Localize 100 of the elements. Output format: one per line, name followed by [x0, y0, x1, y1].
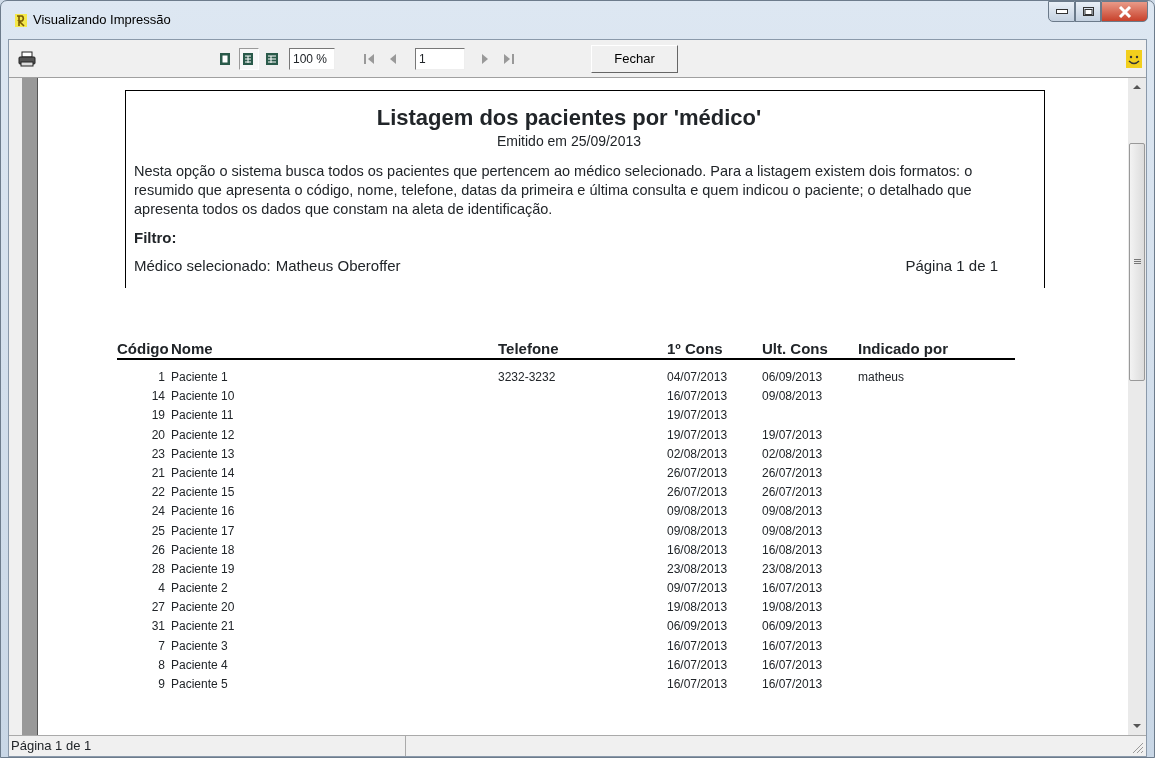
- table-cell: Paciente 10: [171, 389, 235, 404]
- table-cell: Paciente 16: [171, 504, 235, 519]
- table-cell: 09/07/2013: [667, 581, 728, 596]
- filter-heading: Filtro:: [134, 229, 177, 246]
- column-header: 1º Cons: [667, 339, 724, 358]
- table-cell: 26/07/2013: [762, 465, 823, 480]
- zoom-field[interactable]: 100 %: [289, 47, 335, 70]
- report-description: Nesta opção o sistema busca todos os pacientes que pertencem ao médico selecionado. Para a listagem existem dois formatos: o resumido que apresenta o código, nome, telefone, datas da primeira e última consulta e quem indicou o paciente; o detalhado que apresenta todos os dados que constam na aleta de identificação.: [134, 162, 974, 219]
- close-preview-button[interactable]: Fechar: [591, 44, 678, 73]
- scroll-up-icon[interactable]: [1133, 84, 1141, 89]
- column-header: Indicado por: [858, 339, 949, 358]
- table-cell: 3232-3232: [498, 370, 556, 384]
- table-cell: 23: [151, 446, 165, 461]
- table-cell: Paciente 1: [171, 370, 228, 384]
- table-cell: 26/07/2013: [667, 485, 728, 500]
- single-page-icon: [219, 51, 233, 66]
- table-cell: 16/08/2013: [762, 542, 823, 557]
- resize-grip-icon[interactable]: [1132, 742, 1144, 754]
- window-title: Visualizando Impressão: [33, 11, 171, 30]
- table-cell: 16/07/2013: [667, 638, 728, 653]
- table-cell: 02/08/2013: [762, 446, 823, 461]
- table-cell: 24: [151, 504, 165, 519]
- scroll-thumb[interactable]: [1129, 143, 1145, 381]
- table-cell: 09/08/2013: [762, 523, 823, 538]
- table-cell: 09/08/2013: [667, 523, 728, 538]
- scroll-down-icon[interactable]: [1133, 724, 1141, 729]
- table-cell: Paciente 13: [171, 446, 235, 461]
- table-cell: 27: [151, 600, 165, 615]
- previous-icon: [389, 52, 397, 65]
- table-cell: 9: [158, 677, 165, 691]
- table-cell: Paciente 20: [171, 600, 235, 615]
- close-icon: [1117, 5, 1132, 18]
- table-cell: 31: [151, 619, 165, 634]
- table-cell: Paciente 11: [171, 408, 234, 423]
- table-cell: 20: [151, 427, 165, 442]
- filter-label: Médico selecionado:: [134, 255, 271, 276]
- table-cell: 09/08/2013: [667, 504, 728, 519]
- maximize-button[interactable]: [1075, 1, 1101, 22]
- table-cell: 16/07/2013: [762, 638, 823, 653]
- table-cell: Paciente 21: [171, 619, 235, 634]
- table-cell: 7: [158, 638, 165, 653]
- table-cell: 1: [158, 370, 165, 384]
- multi-page-icon: [265, 51, 279, 66]
- table-cell: 26/07/2013: [762, 485, 823, 500]
- last-page-icon: [503, 52, 515, 65]
- table-cell: 06/09/2013: [762, 370, 823, 384]
- smiley-icon[interactable]: [1126, 49, 1142, 68]
- table-cell: Paciente 15: [171, 485, 235, 500]
- report-title: Listagem dos pacientes por 'médico': [375, 105, 763, 131]
- table-cell: 25: [151, 523, 165, 538]
- page-field[interactable]: 1: [415, 47, 465, 70]
- table-cell: 16/07/2013: [667, 389, 728, 404]
- filter-value: Matheus Oberoffer: [275, 255, 401, 276]
- page-grid-icon: [242, 51, 256, 66]
- table-cell: 8: [158, 657, 165, 672]
- table-cell: 19/08/2013: [762, 600, 823, 615]
- table-cell: 23/08/2013: [667, 561, 728, 576]
- view-mode-button[interactable]: [239, 47, 259, 70]
- table-cell: Paciente 12: [171, 427, 235, 442]
- printer-icon[interactable]: [18, 50, 36, 67]
- status-text: Página 1 de 1: [9, 736, 406, 756]
- table-cell: 4: [158, 581, 165, 596]
- column-header: Ult. Cons: [762, 339, 829, 358]
- table-cell: 19/08/2013: [667, 600, 728, 615]
- table-cell: 06/09/2013: [762, 619, 823, 634]
- close-button[interactable]: [1101, 1, 1148, 22]
- vertical-scrollbar[interactable]: [1128, 78, 1146, 735]
- table-cell: Paciente 17: [171, 523, 235, 538]
- table-cell: 19/07/2013: [762, 427, 823, 442]
- app-icon: [15, 13, 27, 27]
- table-cell: matheus: [858, 370, 905, 384]
- table-cell: Paciente 5: [171, 677, 228, 691]
- table-cell: 16/07/2013: [667, 677, 728, 691]
- next-icon: [481, 52, 489, 65]
- table-cell: 28: [151, 561, 165, 576]
- minimize-button[interactable]: [1048, 1, 1075, 22]
- table-cell: Paciente 3: [171, 638, 228, 653]
- table-cell: 16/07/2013: [762, 677, 823, 691]
- page-number: Página 1 de 1: [905, 255, 998, 276]
- first-page-icon: [363, 52, 375, 65]
- table-cell: 23/08/2013: [762, 561, 823, 576]
- table-cell: Paciente 18: [171, 542, 235, 557]
- maximize-icon: [1082, 7, 1094, 16]
- table-cell: 19: [151, 408, 165, 423]
- table-cell: 14: [151, 389, 165, 404]
- table-cell: 06/09/2013: [667, 619, 728, 634]
- table-cell: 09/08/2013: [762, 504, 823, 519]
- table-cell: Paciente 4: [171, 657, 228, 672]
- table-cell: 19/07/2013: [667, 427, 728, 442]
- table-cell: 16/07/2013: [762, 657, 823, 672]
- table-cell: 02/08/2013: [667, 446, 728, 461]
- table-cell: 21: [151, 465, 165, 480]
- table-cell: Paciente 19: [171, 561, 235, 576]
- emitted-date: 25/09/2013: [570, 133, 641, 149]
- emitted-label: Emitido em: [497, 133, 568, 149]
- table-cell: 04/07/2013: [667, 370, 728, 384]
- table-cell: 16/07/2013: [667, 657, 728, 672]
- table-cell: 26: [151, 542, 165, 557]
- table-cell: Paciente 14: [171, 465, 235, 480]
- table-cell: Paciente 2: [171, 581, 228, 596]
